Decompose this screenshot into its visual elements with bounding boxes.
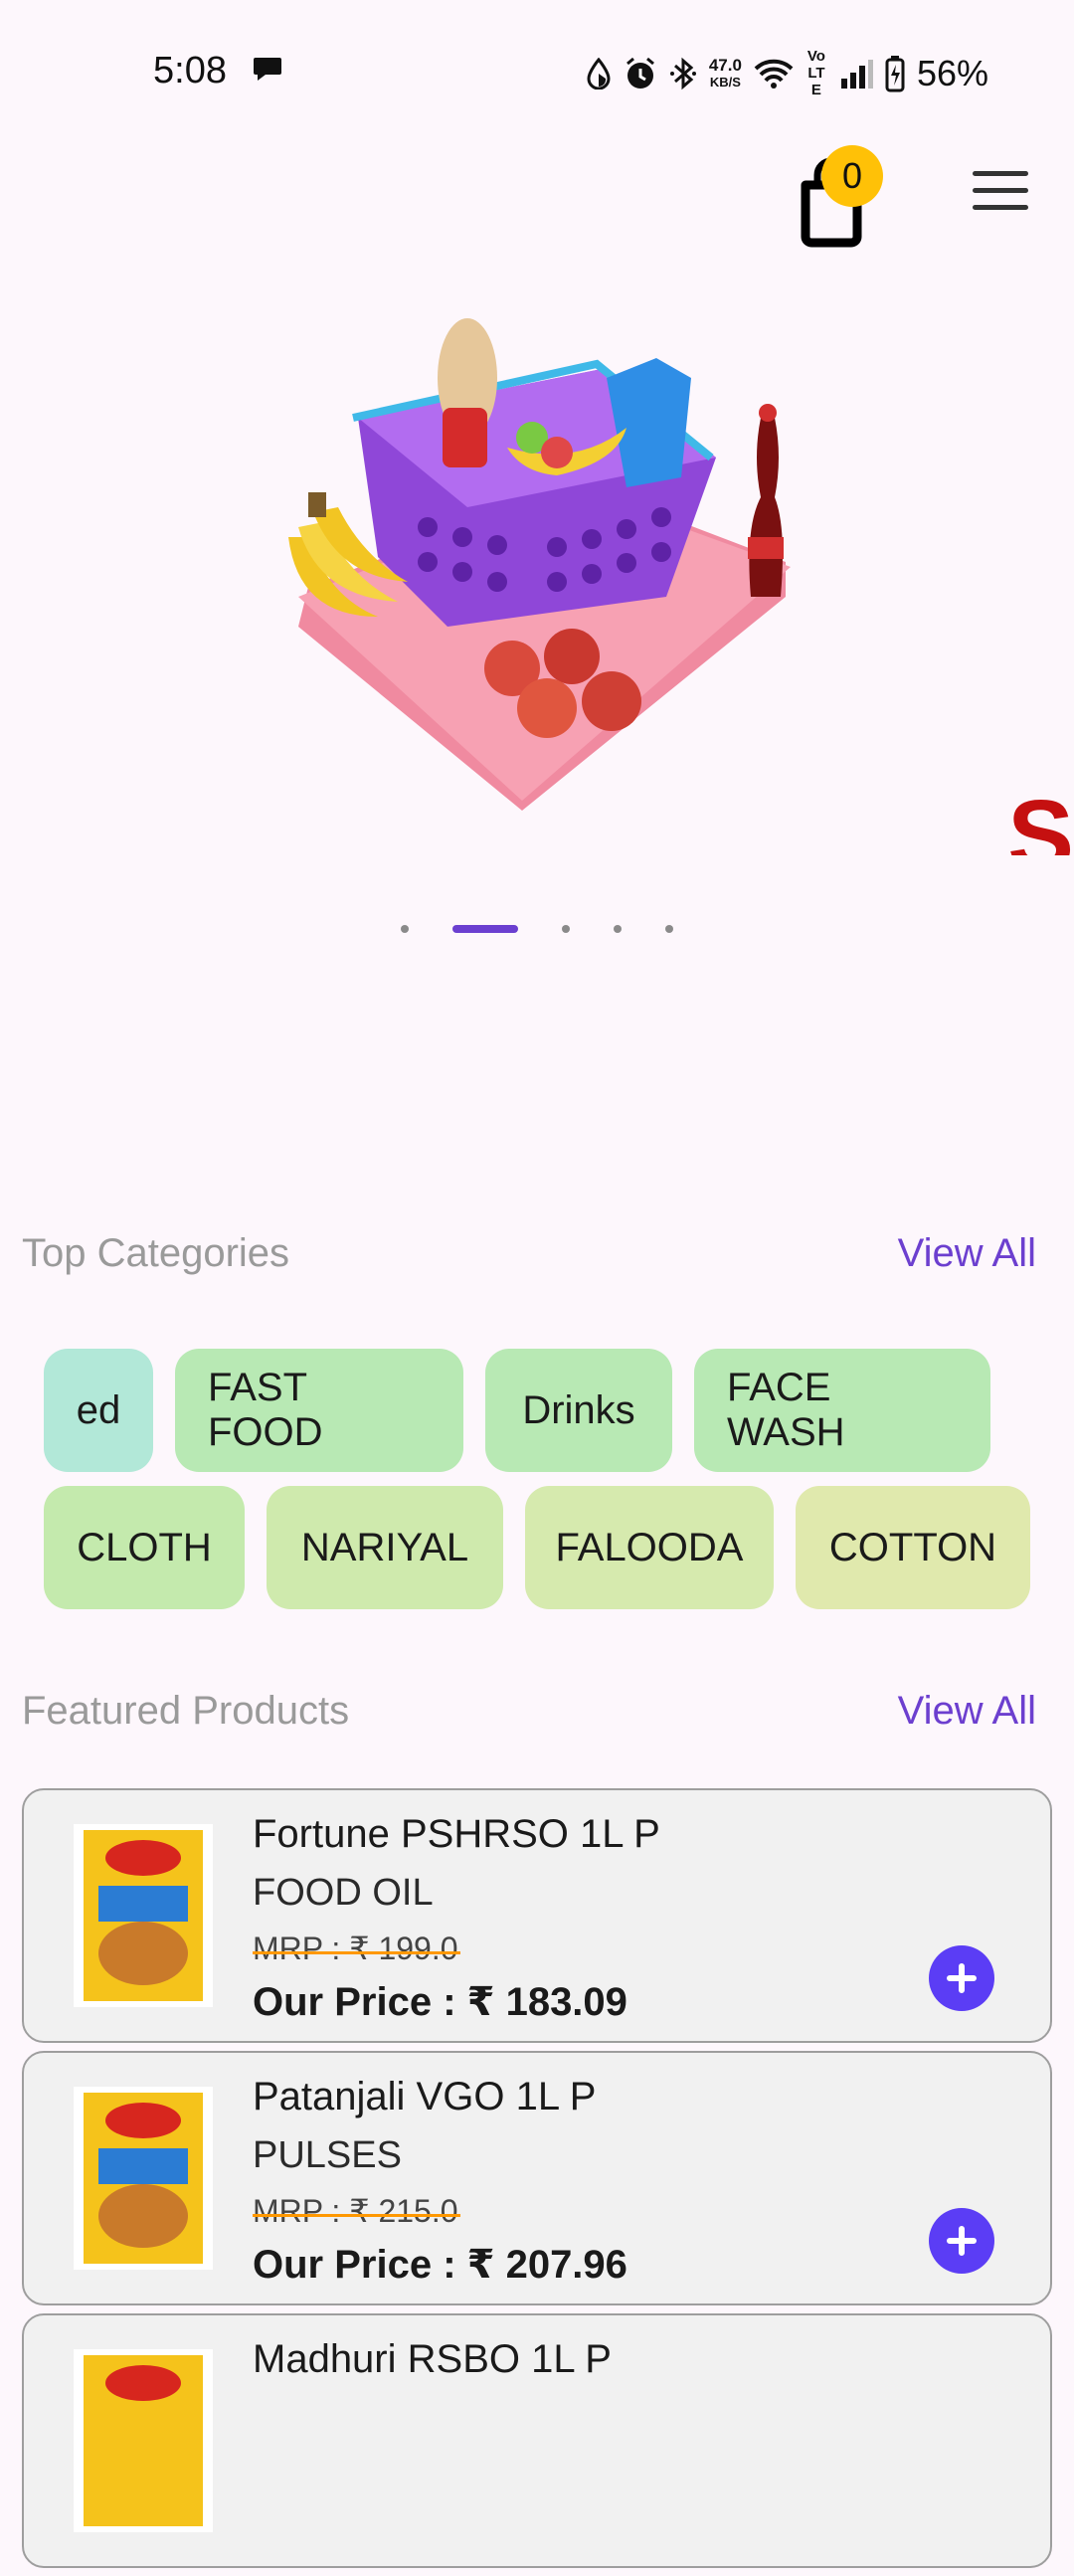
product-price: Our Price : ₹ 207.96	[253, 2243, 627, 2287]
featured-products-header: Featured Products View All	[22, 1689, 1046, 1734]
products-view-all-link[interactable]: View All	[898, 1689, 1036, 1734]
category-chip[interactable]: ed	[44, 1349, 153, 1472]
menu-button[interactable]	[973, 171, 1032, 221]
product-mrp: MRP : ₹ 215.0	[253, 2192, 460, 2230]
carousel-dot-active	[452, 925, 518, 933]
cart-count-badge: 0	[821, 145, 883, 207]
product-mrp-text: MRP : ₹ 199.0	[253, 1931, 458, 1966]
volte-indicator: Vo LTE	[806, 48, 825, 98]
status-icons: 47.0 KB/S Vo LTE 56%	[586, 48, 988, 98]
alarm-icon	[626, 57, 654, 89]
network-speed: 47.0 KB/S	[709, 57, 742, 91]
wifi-icon	[754, 59, 794, 89]
hamburger-menu-icon	[973, 171, 1028, 176]
category-chip[interactable]: Drinks	[485, 1349, 672, 1472]
product-category: PULSES	[253, 2134, 402, 2176]
plus-icon	[947, 1963, 977, 1993]
featured-products-list: Fortune PSHRSO 1L P FOOD OIL MRP : ₹ 199…	[22, 1788, 1052, 2576]
grocery-basket-illustration	[288, 318, 791, 811]
product-card[interactable]: Patanjali VGO 1L P PULSES MRP : ₹ 215.0 …	[22, 2051, 1052, 2305]
product-name: Patanjali VGO 1L P	[253, 2075, 597, 2118]
category-chip[interactable]: COTTON	[796, 1486, 1030, 1609]
product-mrp-text: MRP : ₹ 215.0	[253, 2193, 458, 2229]
category-row: CLOTH NARIYAL FALOODA COTTON	[44, 1486, 1058, 1609]
network-speed-unit: KB/S	[709, 74, 741, 90]
product-card[interactable]: Fortune PSHRSO 1L P FOOD OIL MRP : ₹ 199…	[22, 1788, 1052, 2043]
add-to-cart-button[interactable]	[929, 1945, 994, 2011]
status-bar: 5:08 47.0 KB/S Vo LTE 56%	[0, 0, 1074, 139]
product-name: Madhuri RSBO 1L P	[253, 2337, 612, 2381]
carousel-dot	[401, 925, 409, 933]
category-chip[interactable]: FALOODA	[525, 1486, 774, 1609]
next-slide-preview: S	[1007, 780, 1074, 855]
carousel-indicator	[0, 925, 1074, 933]
categories-view-all-link[interactable]: View All	[898, 1231, 1036, 1276]
product-category: FOOD OIL	[253, 1872, 434, 1914]
product-image	[74, 1824, 213, 2007]
category-chip[interactable]: FACE WASH	[694, 1349, 990, 1472]
product-image	[74, 2087, 213, 2270]
carousel-dot	[614, 925, 622, 933]
cell-signal-icon	[840, 59, 873, 89]
product-image	[74, 2349, 213, 2532]
battery-percentage: 56%	[916, 52, 988, 93]
category-chip[interactable]: CLOTH	[44, 1486, 245, 1609]
promo-banner-carousel[interactable]: S	[0, 298, 1074, 855]
product-mrp: MRP : ₹ 199.0	[253, 1930, 460, 1967]
category-row: ed FAST FOOD Drinks FACE WASH	[44, 1349, 1058, 1472]
product-price: Our Price : ₹ 183.09	[253, 1980, 627, 2024]
top-categories-title: Top Categories	[22, 1231, 290, 1275]
featured-products-title: Featured Products	[22, 1689, 350, 1733]
category-chip[interactable]: FAST FOOD	[175, 1349, 463, 1472]
carousel-dot	[562, 925, 570, 933]
top-categories-header: Top Categories View All	[22, 1231, 1046, 1276]
product-name: Fortune PSHRSO 1L P	[253, 1812, 660, 1856]
bluetooth-icon	[669, 57, 696, 90]
product-card[interactable]: Madhuri RSBO 1L P	[22, 2313, 1052, 2568]
battery-charging-icon	[885, 55, 905, 92]
category-chips: ed FAST FOOD Drinks FACE WASH CLOTH NARI…	[44, 1349, 1058, 1631]
data-saver-icon	[587, 57, 611, 90]
message-notification-icon	[254, 58, 281, 81]
add-to-cart-button[interactable]	[929, 2208, 994, 2274]
carousel-dot	[665, 925, 673, 933]
network-speed-value: 47.0	[708, 55, 742, 75]
status-time: 5:08	[153, 50, 227, 92]
plus-icon	[947, 2226, 977, 2256]
category-chip[interactable]: NARIYAL	[267, 1486, 503, 1609]
